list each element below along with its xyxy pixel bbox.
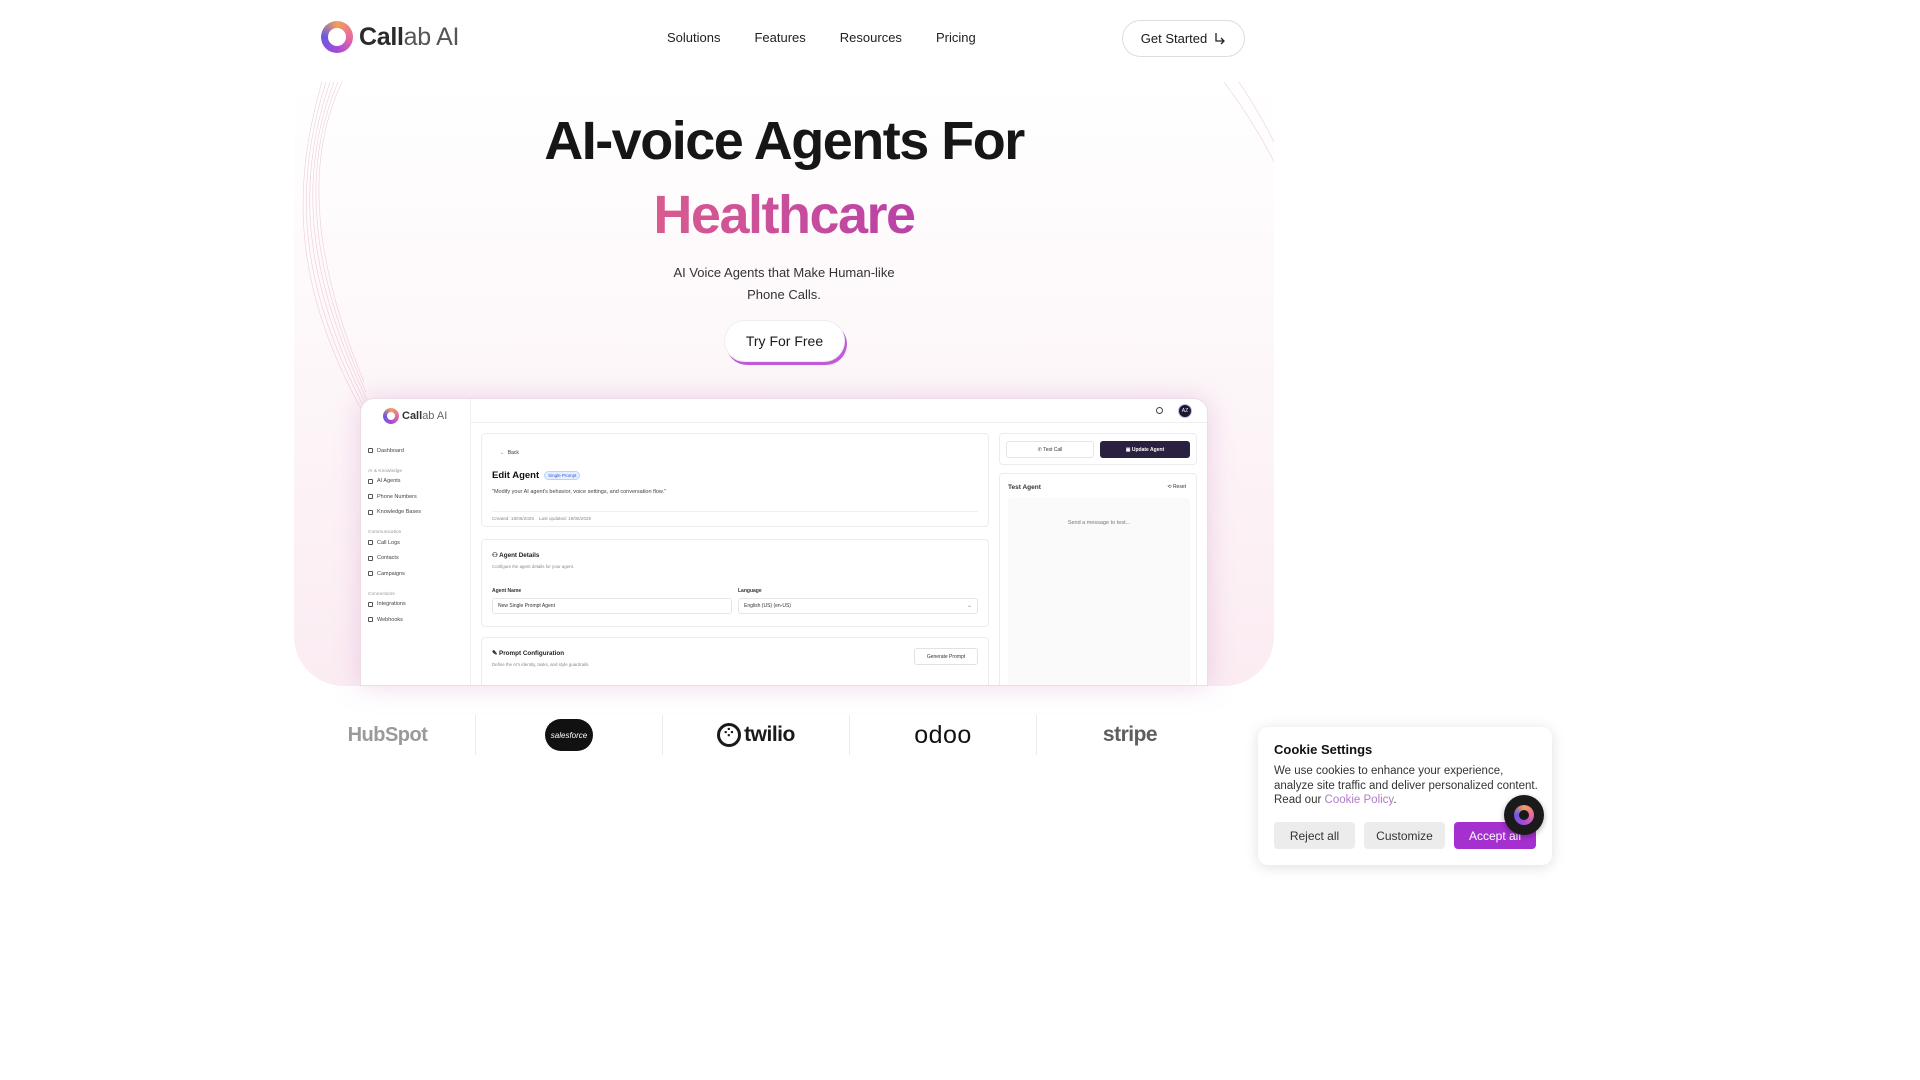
hubspot-logo: HubSpot	[347, 723, 428, 746]
mock-edit-agent-card: ← Back Edit Agent Single Prompt "Modify y…	[481, 433, 989, 527]
mock-brand-bold: Call	[402, 410, 423, 422]
mock-language-label: Language	[738, 588, 762, 594]
brand-name-light: ab AI	[403, 22, 460, 51]
cookie-description: We use cookies to enhance your experienc…	[1274, 765, 1538, 806]
customize-button[interactable]: Customize	[1364, 822, 1445, 849]
odoo-logo: odoo	[849, 715, 1036, 755]
try-for-free-label: Try For Free	[745, 333, 824, 349]
mock-edit-title: Edit Agent	[492, 470, 540, 481]
nav-features[interactable]: Features	[754, 30, 805, 45]
mock-nav-contacts: Contacts	[368, 551, 421, 567]
chat-widget-button[interactable]	[1504, 795, 1544, 835]
arrow-corner-down-right-icon	[1215, 33, 1226, 45]
app-preview-mockup: Callab AI Dashboard AI & Knowledge AI Ag…	[360, 398, 1208, 686]
twilio-icon	[717, 723, 742, 747]
cookie-settings-banner: Cookie Settings We use cookies to enhanc…	[1258, 727, 1552, 865]
nav-links: Solutions Features Resources Pricing	[667, 30, 976, 45]
mock-sidebar-nav: Dashboard AI & Knowledge AI Agents Phone…	[368, 443, 421, 628]
mock-nav-call-logs: Call Logs	[368, 535, 421, 551]
mock-sidebar: Callab AI Dashboard AI & Knowledge AI Ag…	[361, 399, 471, 685]
mock-test-agent-title: Test Agent	[1008, 484, 1041, 491]
mock-nav-webhooks: Webhooks	[368, 612, 421, 628]
phone-icon	[368, 494, 373, 500]
mock-brand-light: ab AI	[422, 410, 448, 422]
bot-icon	[368, 478, 373, 484]
cookie-policy-link[interactable]: Cookie Policy	[1325, 794, 1394, 806]
hero-title-line1: AI-voice Agents For	[544, 111, 1025, 171]
mock-topbar: AZ	[471, 399, 1207, 423]
logo-ring-icon	[1514, 805, 1534, 825]
chevron-down-icon: ⌄	[966, 603, 972, 609]
mock-avatar: AZ	[1178, 404, 1192, 418]
mock-prompt-config-card: ✎ Prompt Configuration Define the AI's i…	[481, 637, 989, 685]
mock-generate-prompt-button: Generate Prompt	[914, 648, 978, 665]
logo-ring-icon	[321, 21, 353, 53]
mock-details-title: Agent Details	[499, 552, 540, 559]
mock-chat-placeholder: Send a message to test...	[1067, 520, 1131, 526]
twilio-logo: twilio	[662, 715, 849, 755]
nav-pricing[interactable]: Pricing	[936, 30, 976, 45]
mock-edit-meta: Created: 18/06/2025 Last updated: 18/06/…	[492, 511, 978, 521]
mock-nav-campaigns: Campaigns	[368, 566, 421, 582]
link-icon	[368, 601, 373, 607]
nav-solutions[interactable]: Solutions	[667, 30, 720, 45]
mock-chat-area	[1008, 498, 1190, 685]
salesforce-logo: salesforce	[475, 715, 662, 755]
cookie-title: Cookie Settings	[1274, 742, 1373, 757]
brand-logo[interactable]: Callab AI	[321, 21, 459, 53]
list-icon	[368, 571, 373, 577]
mock-actions-card: ✆ Test Call ▣ Update Agent	[999, 433, 1197, 465]
book-icon	[368, 509, 373, 515]
mock-prompt-desc: Define the AI's identity, tasks, and sty…	[492, 662, 590, 667]
mock-brand-logo: Callab AI	[383, 408, 447, 424]
webhook-icon	[368, 617, 373, 623]
mock-nav-integrations: Integrations	[368, 597, 421, 613]
grid-icon	[368, 448, 373, 454]
mock-nav-dashboard: Dashboard	[368, 443, 421, 459]
mock-back-link: ← Back	[500, 450, 519, 456]
mock-nav-section: AI & Knowledge	[368, 468, 403, 474]
reject-all-button[interactable]: Reject all	[1274, 822, 1355, 849]
phone-log-icon	[368, 540, 373, 546]
hero-subtitle: AI Voice Agents that Make Human-like Pho…	[673, 265, 895, 302]
top-nav: Callab AI Solutions Features Resources P…	[0, 0, 1568, 78]
get-started-label: Get Started	[1140, 31, 1208, 46]
hero-title-highlight: Healthcare	[0, 184, 1568, 246]
mock-nav-phone-numbers: Phone Numbers	[368, 489, 421, 505]
mock-nav-ai-agents: AI Agents	[368, 474, 421, 490]
users-icon	[368, 555, 373, 561]
mock-agent-name-label: Agent Name	[492, 588, 522, 594]
mock-reset-button: ⟲ Reset	[1167, 484, 1186, 490]
mock-nav-section: Connections	[368, 591, 395, 597]
nav-resources[interactable]: Resources	[840, 30, 902, 45]
mock-nav-knowledge-bases: Knowledge Bases	[368, 505, 421, 521]
mock-test-call-button: ✆ Test Call	[1006, 441, 1094, 458]
stripe-logo: stripe	[1036, 715, 1223, 755]
partner-logos: HubSpot salesforce twilio odoo stripe	[294, 715, 1222, 755]
mock-prompt-title: Prompt Configuration	[499, 650, 565, 657]
mock-edit-description: "Modify your AI agent's behavior, voice …	[492, 489, 667, 495]
brand-name-bold: Call	[359, 22, 404, 51]
logo-ring-icon	[383, 408, 399, 424]
mock-nav-section: Communication	[368, 530, 402, 535]
get-started-button[interactable]: Get Started	[1122, 20, 1245, 57]
mock-single-prompt-badge: Single Prompt	[544, 471, 581, 480]
mock-agent-details-card: ⚇ Agent Details Configure the agent deta…	[481, 539, 989, 627]
help-icon	[1156, 407, 1163, 414]
mock-update-agent-button: ▣ Update Agent	[1100, 441, 1190, 458]
try-for-free-button[interactable]: Try For Free	[724, 320, 845, 362]
mock-test-agent-card: Test Agent ⟲ Reset Send a message to tes…	[999, 473, 1197, 685]
mock-details-desc: Configure the agent details for your age…	[492, 564, 575, 569]
mock-language-select: English (US) (en-US) ⌄	[738, 598, 978, 614]
mock-agent-name-field: New Single Prompt Agent	[492, 598, 732, 614]
